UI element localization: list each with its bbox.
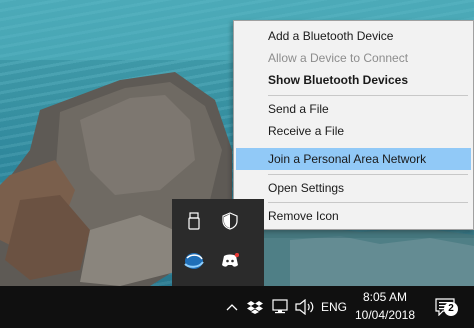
network-icon[interactable] — [270, 297, 290, 317]
action-center-button[interactable]: 2 — [428, 292, 462, 322]
dropbox-icon[interactable] — [246, 297, 264, 317]
volume-icon[interactable] — [294, 297, 316, 317]
menu-item-join-personal-area-network[interactable]: Join a Personal Area Network — [236, 148, 471, 170]
menu-item-remove-icon[interactable]: Remove Icon — [234, 205, 473, 227]
clock-time: 8:05 AM — [362, 290, 408, 304]
menu-item-allow-device-to-connect: Allow a Device to Connect — [268, 51, 409, 65]
menu-separator — [268, 95, 468, 96]
menu-item-receive-a-file[interactable]: Receive a File — [234, 120, 473, 142]
menu-separator — [268, 202, 468, 203]
notification-count-badge: 2 — [444, 302, 458, 316]
menu-item-open-settings[interactable]: Open Settings — [234, 177, 473, 199]
bluetooth-tray-icon[interactable] — [182, 249, 206, 273]
bluetooth-context-menu: Add a Bluetooth Device Allow a Device to… — [233, 20, 474, 230]
language-indicator[interactable]: ENG — [320, 297, 348, 317]
menu-item-send-a-file[interactable]: Send a File — [234, 98, 473, 120]
tray-overflow-flyout — [172, 199, 264, 286]
menu-separator — [268, 174, 468, 175]
menu-item-add-bluetooth-device[interactable]: Add a Bluetooth Device — [234, 25, 473, 47]
clock-date: 10/04/2018 — [354, 308, 416, 322]
menu-item-show-bluetooth-devices[interactable]: Show Bluetooth Devices — [234, 69, 473, 91]
taskbar: ENG 8:05 AM 10/04/2018 2 — [0, 286, 474, 328]
usb-drive-icon[interactable] — [182, 209, 206, 233]
discord-icon[interactable] — [218, 249, 242, 273]
shield-icon[interactable] — [218, 209, 242, 233]
chevron-up-icon[interactable] — [224, 297, 240, 317]
